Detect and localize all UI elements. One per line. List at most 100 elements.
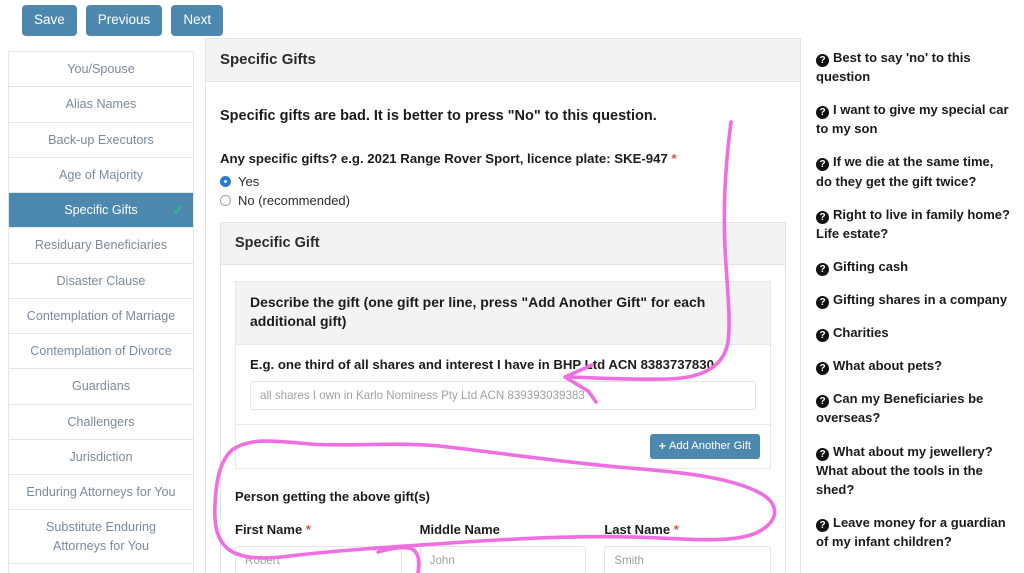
next-button[interactable]: Next [171, 5, 224, 36]
describe-gift-body: E.g. one third of all shares and interes… [236, 345, 770, 424]
question-mark-icon: ? [816, 518, 829, 532]
question-label-text: Any specific gifts? e.g. 2021 Range Rove… [220, 151, 668, 166]
help-link[interactable]: ? Leave money for a guardian of my infant… [816, 513, 1012, 551]
help-link-label: Right to live in family home? Life estat… [816, 206, 1010, 241]
help-link[interactable]: ? If we die at the same time, do they get… [816, 152, 1012, 190]
last-name-label: Last Name * [604, 522, 771, 537]
specific-gift-card-title: Specific Gift [221, 223, 785, 265]
help-link[interactable]: ? Best to say 'no' to this question [816, 48, 1012, 86]
sidebar-item-age-of-majority[interactable]: Age of Majority [9, 157, 193, 193]
sidebar-item-guardians[interactable]: Guardians [9, 369, 193, 405]
sidebar-item-specific-gifts[interactable]: Specific Gifts ✓ [9, 193, 193, 229]
sidebar-item-disaster-clause[interactable]: Disaster Clause [9, 263, 193, 299]
first-name-input[interactable] [235, 545, 402, 573]
sidebar-item-contemplation-of-divorce[interactable]: Contemplation of Divorce [9, 334, 193, 370]
sidebar-item-label: Enduring Attorneys for You [26, 485, 176, 499]
question-mark-icon: ? [816, 106, 829, 120]
radio-dot-icon[interactable] [220, 176, 231, 187]
describe-gift-subcard: Describe the gift (one gift per line, pr… [235, 281, 771, 469]
sidebar-item-residuary-beneficiaries[interactable]: Residuary Beneficiaries [9, 228, 193, 264]
help-link[interactable]: ? Gifting shares in a company [816, 290, 1012, 309]
sidebar-item-label: Guardians [71, 379, 131, 394]
sidebar-item-back-up-executors[interactable]: Back-up Executors [9, 122, 193, 158]
sidebar-item-label: Jurisdiction [69, 449, 133, 464]
describe-gift-footer: + Add Another Gift [236, 423, 770, 468]
help-link-label: Leave money for a guardian of my infant … [816, 514, 1006, 549]
sidebar-item-label: Back-up Executors [48, 132, 154, 147]
sidebar-item-jurisdiction[interactable]: Jurisdiction [9, 439, 193, 475]
save-button[interactable]: Save [22, 5, 77, 36]
form-toolbar: Save Previous Next [22, 5, 224, 36]
question-mark-icon: ? [816, 447, 829, 461]
required-asterisk: * [671, 151, 677, 166]
specific-gifts-radio-group: Yes No (recommended) [220, 174, 786, 208]
help-link-label: Gifting shares in a company [833, 291, 1008, 307]
help-link[interactable]: ? Can my Beneficiaries be overseas? [816, 389, 1012, 427]
describe-gift-label: Describe the gift (one gift per line, pr… [236, 282, 770, 345]
sidebar-item-enduring-attorneys-for-you[interactable]: Enduring Attorneys for You [9, 475, 193, 511]
help-link[interactable]: ? Charities [816, 323, 1012, 343]
help-link[interactable]: ? I want to give my special car to my son [816, 100, 1012, 138]
help-link-label: What about my jewellery? What about the … [816, 443, 993, 497]
plus-icon: + [658, 438, 666, 453]
middle-name-label-text: Middle Name [419, 521, 500, 537]
first-name-label: First Name * [235, 522, 402, 537]
person-section-title: Person getting the above gift(s) [235, 488, 431, 504]
question-mark-icon: ? [816, 395, 829, 409]
help-link-label: Gifting cash [833, 258, 909, 274]
first-name-field-group: First Name * [235, 522, 402, 573]
sidebar-item-challengers[interactable]: Challengers [9, 404, 193, 440]
radio-option-label: No (recommended) [238, 193, 350, 208]
main-panel: Specific Gifts Specific gifts are bad. I… [205, 38, 801, 573]
sidebar-item-label: Residuary Beneficiaries [34, 238, 168, 253]
question-mark-icon: ? [816, 158, 829, 172]
sidebar-item-label: Substitute Enduring Attorneys for You [46, 520, 156, 553]
sidebar-item-label: Specific Gifts [64, 203, 138, 217]
middle-name-input[interactable] [419, 545, 587, 573]
sidebar-item-substitute-enduring-attorneys-for-you[interactable]: Substitute Enduring Attorneys for You [9, 510, 193, 564]
sidebar-item-label: Contemplation of Marriage [26, 308, 176, 323]
gift-example-label: E.g. one third of all shares and interes… [250, 356, 714, 372]
sidebar-item-label: Age of Majority [59, 167, 143, 182]
check-icon: ✓ [172, 202, 184, 219]
question-mark-icon: ? [816, 329, 829, 343]
help-link[interactable]: ? What about my jewellery? What about the… [816, 442, 1012, 499]
question-label: Any specific gifts? e.g. 2021 Range Rove… [220, 151, 786, 166]
gift-description-input[interactable] [250, 380, 756, 410]
help-link[interactable]: ? Gifting cash [816, 257, 1012, 276]
section-navigation: You/Spouse Alias Names Back-up Executors Ag… [8, 51, 194, 573]
question-mark-icon: ? [816, 362, 829, 376]
add-another-gift-button[interactable]: + Add Another Gift [649, 433, 760, 459]
person-name-fields: First Name * Middle Name Last Name * [235, 522, 772, 573]
last-name-label-text: Last Name [604, 521, 671, 537]
radio-option-no-recommended[interactable]: No (recommended) [220, 193, 786, 208]
page-title: Specific Gifts [206, 39, 800, 82]
help-link[interactable]: ? Right to live in family home? Life esta… [816, 205, 1012, 243]
sidebar-item-you-spouse[interactable]: You/Spouse [9, 52, 193, 88]
last-name-required-asterisk: * [673, 521, 679, 537]
help-links-rail: ? Best to say 'no' to this question? I wan… [816, 48, 1012, 565]
sidebar-item-medical-attorneys-for-you[interactable]: Medical Attorneys for You [9, 563, 193, 573]
specific-gift-card: Specific Gift Describe the gift (one gif… [220, 222, 786, 573]
help-link[interactable]: ? What about pets? [816, 356, 1012, 376]
previous-button[interactable]: Previous [85, 5, 163, 36]
question-mark-icon: ? [816, 210, 829, 224]
sidebar-item-alias-names[interactable]: Alias Names [9, 87, 193, 123]
question-mark-icon: ? [816, 295, 829, 309]
question-mark-icon: ? [816, 54, 829, 67]
help-link-label: If we die at the same time, do they get … [816, 154, 994, 189]
help-link-label: Charities [833, 325, 889, 341]
sidebar-item-contemplation-of-marriage[interactable]: Contemplation of Marriage [9, 298, 193, 334]
help-link-label: Best to say 'no' to this question [816, 50, 971, 85]
sidebar-item-label: Contemplation of Divorce [30, 344, 172, 358]
sidebar-item-label: Disaster Clause [56, 273, 146, 288]
last-name-input[interactable] [604, 545, 772, 573]
help-link-label: What about pets? [833, 358, 943, 374]
help-link-label: Can my Beneficiaries be overseas? [816, 391, 984, 426]
sidebar-item-label: You/Spouse [67, 62, 135, 76]
first-name-label-text: First Name [235, 521, 303, 537]
last-name-field-group: Last Name * [604, 522, 772, 573]
radio-dot-icon[interactable] [220, 195, 231, 206]
middle-name-label: Middle Name [420, 522, 587, 537]
radio-option-yes[interactable]: Yes [220, 174, 786, 189]
